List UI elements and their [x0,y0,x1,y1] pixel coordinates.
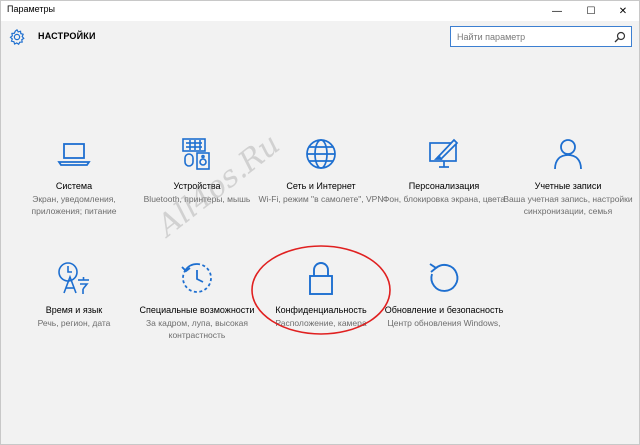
settings-window: Параметры — ☐ ✕ НАСТРОЙКИ Сис [0,0,640,445]
tile-devices[interactable]: Устройства Bluetooth, принтеры, мышь [132,136,262,205]
tile-description: Экран, уведомления, приложения; питание [31,194,117,216]
tile-description: Центр обновления Windows, [387,318,501,328]
tile-description: Ваша учетная запись, настройки синхрониз… [503,194,633,216]
tile-label: Время и язык [45,305,103,315]
window-title: Параметры [7,4,55,14]
tile-label: Персонализация [408,181,480,191]
tile-label: Специальные возможности [139,305,255,315]
header: НАСТРОЙКИ [1,21,639,57]
search-icon[interactable] [614,31,626,43]
tile-system[interactable]: Система Экран, уведомления, приложения; … [9,136,139,217]
personalization-icon [429,138,459,168]
tile-personalization[interactable]: Персонализация Фон, блокировка экрана, ц… [379,136,509,205]
devices-icon [182,138,210,170]
tile-time-language[interactable]: Время и язык Речь, регион, дата [9,260,139,329]
tile-description: Wi-Fi, режим "в самолете", VPN [258,194,384,204]
tile-label: Устройства [173,181,221,191]
tile-network[interactable]: Сеть и Интернет Wi-Fi, режим "в самолете… [256,136,386,205]
globe-icon [306,139,336,169]
tile-description: Bluetooth, принтеры, мышь [143,194,251,204]
lock-icon [309,262,333,295]
search-box[interactable] [450,26,632,47]
person-icon [554,139,582,170]
tile-accessibility[interactable]: Специальные возможности За кадром, лупа,… [132,260,262,341]
tile-description: За кадром, лупа, высокая контрастность [145,318,249,340]
maximize-button[interactable]: ☐ [578,1,604,21]
tile-description: Расположение, камера [275,318,367,328]
tile-label: Сеть и Интернет [286,181,356,191]
tile-label: Система [55,181,93,191]
accessibility-icon [181,263,212,293]
time-language-icon [58,262,89,294]
gear-icon [9,29,25,46]
tile-description: Речь, регион, дата [37,318,111,328]
title-bar: Параметры — ☐ ✕ [1,1,639,21]
update-icon [429,263,459,292]
tile-accounts[interactable]: Учетные записи Ваша учетная запись, наст… [503,136,633,217]
tile-label: Учетные записи [534,181,602,191]
search-input[interactable] [457,29,607,44]
laptop-icon [57,143,91,166]
tile-label: Конфиденциальность [275,305,367,315]
tile-privacy[interactable]: Конфиденциальность Расположение, камера [256,260,386,329]
page-title: НАСТРОЙКИ [38,31,96,41]
close-button[interactable]: ✕ [610,1,636,21]
tile-description: Фон, блокировка экрана, цвета [382,194,506,204]
tile-update-security[interactable]: Обновление и безопасность Центр обновлен… [379,260,509,329]
minimize-button[interactable]: — [544,1,570,21]
tile-label: Обновление и безопасность [384,305,504,315]
